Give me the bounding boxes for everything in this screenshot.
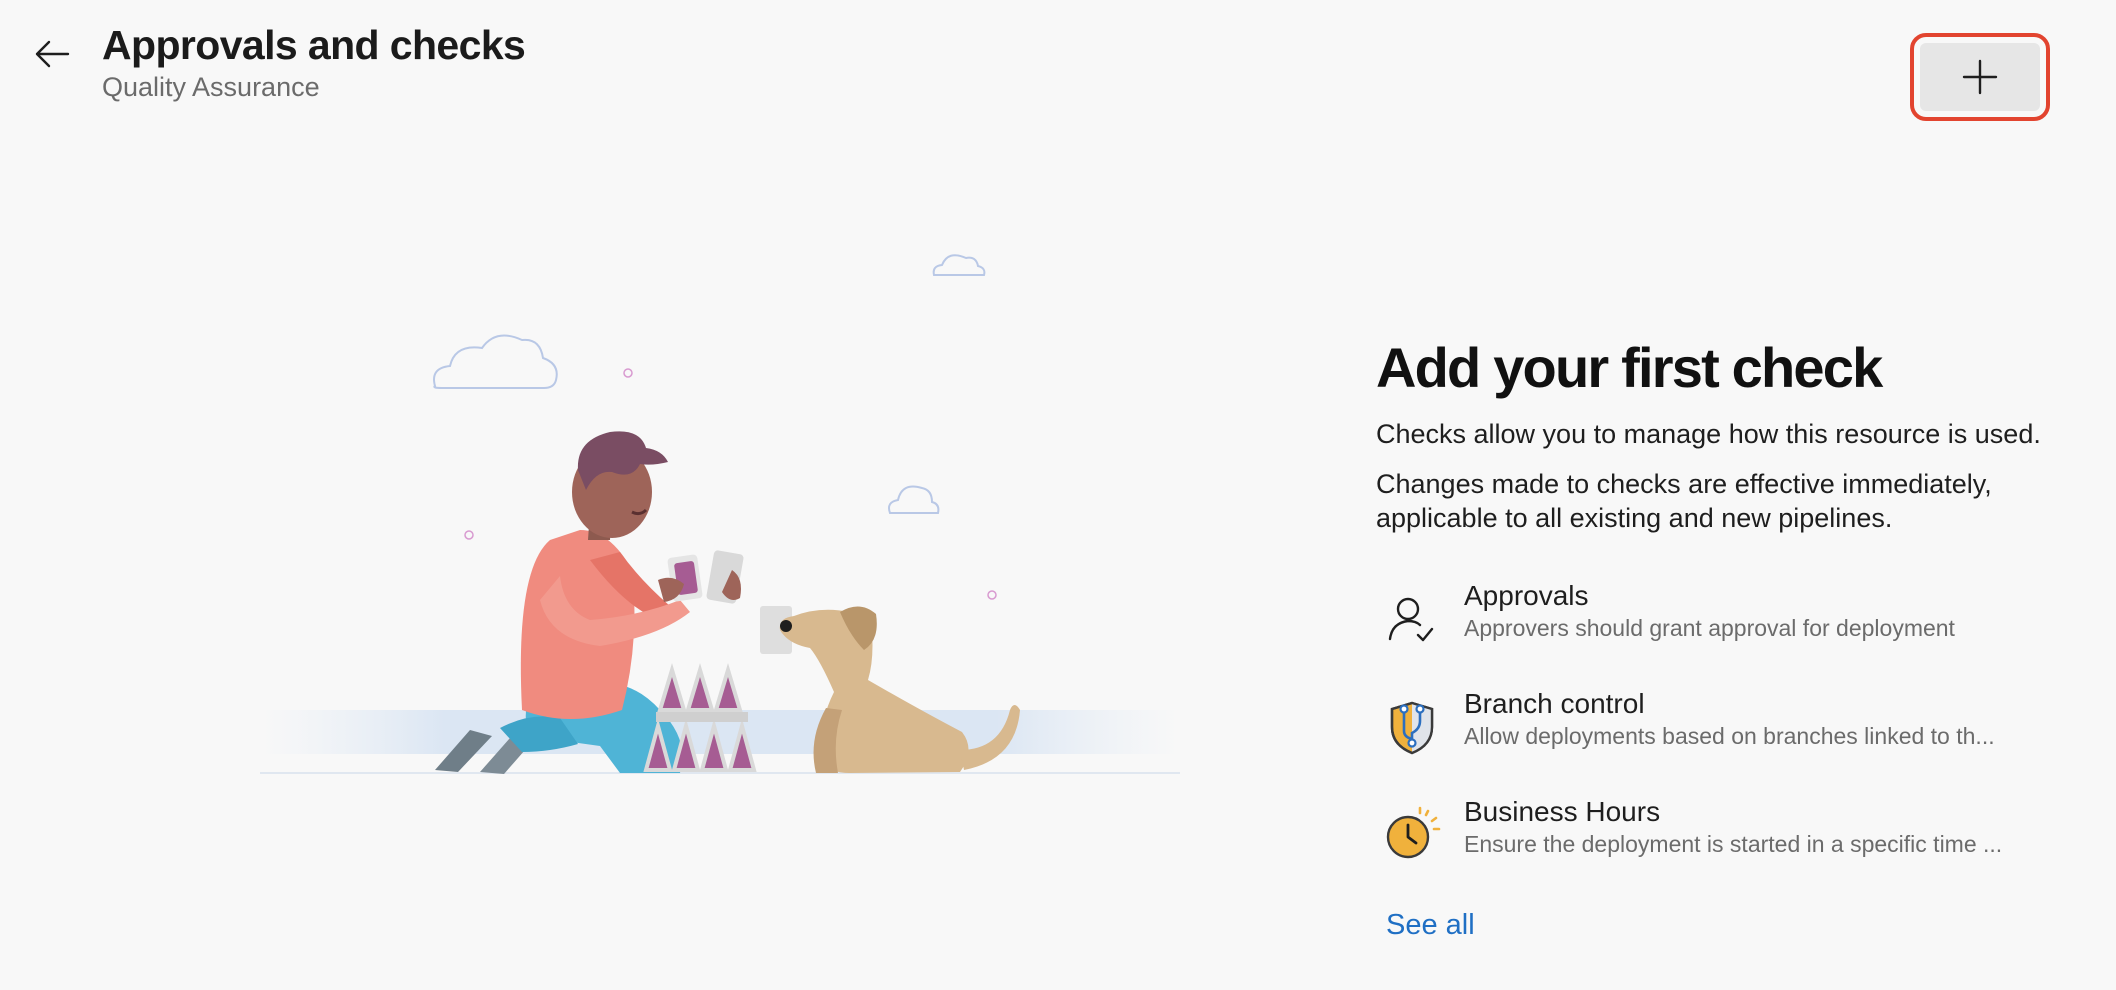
title-block: Approvals and checks Quality Assurance (102, 20, 526, 104)
empty-state-description-2: Changes made to checks are effective imm… (1376, 469, 1992, 533)
person-check-icon (1388, 597, 1434, 642)
page-subtitle: Quality Assurance (102, 72, 320, 102)
check-text: Branch control Allow deployments based o… (1464, 687, 2064, 751)
empty-state-illustration (260, 254, 1180, 774)
dot (987, 590, 997, 600)
clock-icon (1386, 806, 1441, 859)
page: Approvals and checks Quality Assurance A… (0, 0, 2116, 990)
plus-icon (1962, 59, 1998, 95)
dot (464, 530, 474, 540)
arrow-left-icon (35, 40, 70, 68)
dot (623, 368, 633, 378)
check-item-approvals[interactable]: Approvals Approvers should grant approva… (1376, 579, 2096, 687)
cloud-large (433, 334, 558, 389)
check-text: Business Hours Ensure the deployment is … (1464, 795, 2064, 859)
check-item-business-hours[interactable]: Business Hours Ensure the deployment is … (1376, 795, 2096, 903)
empty-state-title: Add your first check (1376, 336, 1883, 399)
back-button[interactable] (26, 28, 78, 80)
see-all-link[interactable]: See all (1386, 909, 1475, 942)
check-description: Ensure the deployment is started in a sp… (1464, 831, 2003, 857)
check-name: Business Hours (1464, 796, 1661, 827)
check-list: Approvals Approvers should grant approva… (1376, 579, 2096, 903)
shield-branch-icon (1390, 701, 1434, 755)
cloud-small-mid (888, 485, 940, 514)
check-name: Branch control (1464, 688, 1645, 719)
check-text: Approvals Approvers should grant approva… (1464, 579, 2064, 643)
empty-state-description: Checks allow you to manage how this reso… (1376, 419, 2041, 449)
card-house (643, 663, 757, 772)
add-check-button[interactable] (1920, 43, 2040, 111)
check-name: Approvals (1464, 580, 1589, 611)
cloud-small-top (932, 254, 986, 276)
empty-state-panel: Add your first check Checks allow you to… (1376, 335, 2096, 942)
check-description: Approvers should grant approval for depl… (1464, 615, 1955, 641)
page-title: Approvals and checks (102, 22, 526, 68)
add-button-highlight (1910, 33, 2050, 121)
check-description: Allow deployments based on branches link… (1464, 723, 1995, 749)
check-item-branch-control[interactable]: Branch control Allow deployments based o… (1376, 687, 2096, 795)
